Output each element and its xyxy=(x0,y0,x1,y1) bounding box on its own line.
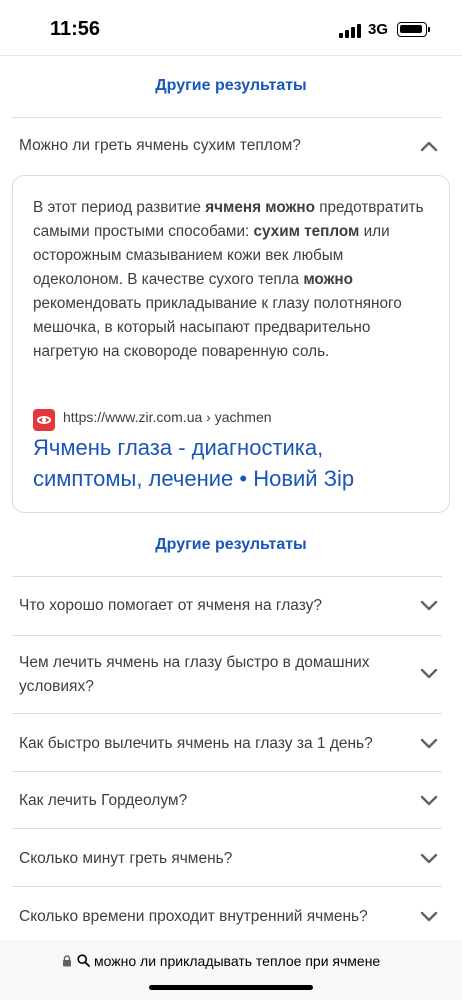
answer-highlight: можно xyxy=(303,271,353,288)
faq-divider xyxy=(12,886,442,887)
answer-card: В этот период развитие ячменя можно пред… xyxy=(12,175,450,513)
faq-question[interactable]: Чем лечить ячмень на глазу быстро в дома… xyxy=(19,651,409,699)
faq-divider xyxy=(12,713,442,714)
source-title-link[interactable]: Ячмень глаза - диагностика, симптомы, ле… xyxy=(33,432,433,494)
faq-divider xyxy=(12,117,442,118)
answer-highlight: сухим теплом xyxy=(253,223,360,240)
faq-question[interactable]: Сколько времени проходит внутренний ячме… xyxy=(19,905,409,929)
faq-question[interactable]: Как быстро вылечить ячмень на глазу за 1… xyxy=(19,732,409,756)
more-results-link-bottom[interactable]: Другие результаты xyxy=(0,536,462,554)
chevron-up-icon[interactable] xyxy=(420,140,438,152)
chevron-down-icon[interactable] xyxy=(420,911,438,923)
cellular-signal-icon xyxy=(339,24,363,38)
address-bar-query[interactable]: можно ли прикладывать теплое при ячмене xyxy=(94,953,380,969)
search-icon xyxy=(77,954,90,967)
answer-highlight: ячменя можно xyxy=(205,199,315,216)
faq-question[interactable]: Как лечить Гордеолум? xyxy=(19,789,409,813)
more-results-link-top[interactable]: Другие результаты xyxy=(0,77,462,95)
faq-question-expanded[interactable]: Можно ли греть ячмень сухим теплом? xyxy=(19,134,409,158)
chevron-down-icon[interactable] xyxy=(420,795,438,807)
search-results-page: 11:56 3G Другие результаты Можно ли грет… xyxy=(0,0,462,1000)
header-divider xyxy=(0,55,462,56)
chevron-down-icon[interactable] xyxy=(420,668,438,680)
faq-question[interactable]: Сколько минут греть ячмень? xyxy=(19,847,409,871)
status-bar: 11:56 3G xyxy=(0,0,462,60)
chevron-down-icon[interactable] xyxy=(420,853,438,865)
faq-divider xyxy=(12,576,442,577)
source-url[interactable]: https://www.zir.com.ua › yachmen xyxy=(63,409,272,425)
eye-favicon-icon xyxy=(33,409,55,431)
chevron-down-icon[interactable] xyxy=(420,738,438,750)
answer-snippet: В этот период развитие ячменя можно пред… xyxy=(33,196,433,364)
faq-divider xyxy=(12,635,442,636)
faq-divider xyxy=(12,771,442,772)
browser-address-bar[interactable] xyxy=(0,940,462,1000)
status-time: 11:56 xyxy=(50,18,101,40)
answer-text-part: В этот период развитие xyxy=(33,199,206,216)
answer-text-part: рекомендовать прикладывание к глазу поло… xyxy=(33,295,402,360)
network-type: 3G xyxy=(368,21,389,38)
faq-divider xyxy=(12,828,442,829)
battery-icon xyxy=(397,22,430,37)
lock-icon xyxy=(63,955,71,967)
chevron-down-icon[interactable] xyxy=(420,600,438,612)
faq-question[interactable]: Что хорошо помогает от ячменя на глазу? xyxy=(19,594,409,618)
home-indicator[interactable] xyxy=(149,985,313,990)
